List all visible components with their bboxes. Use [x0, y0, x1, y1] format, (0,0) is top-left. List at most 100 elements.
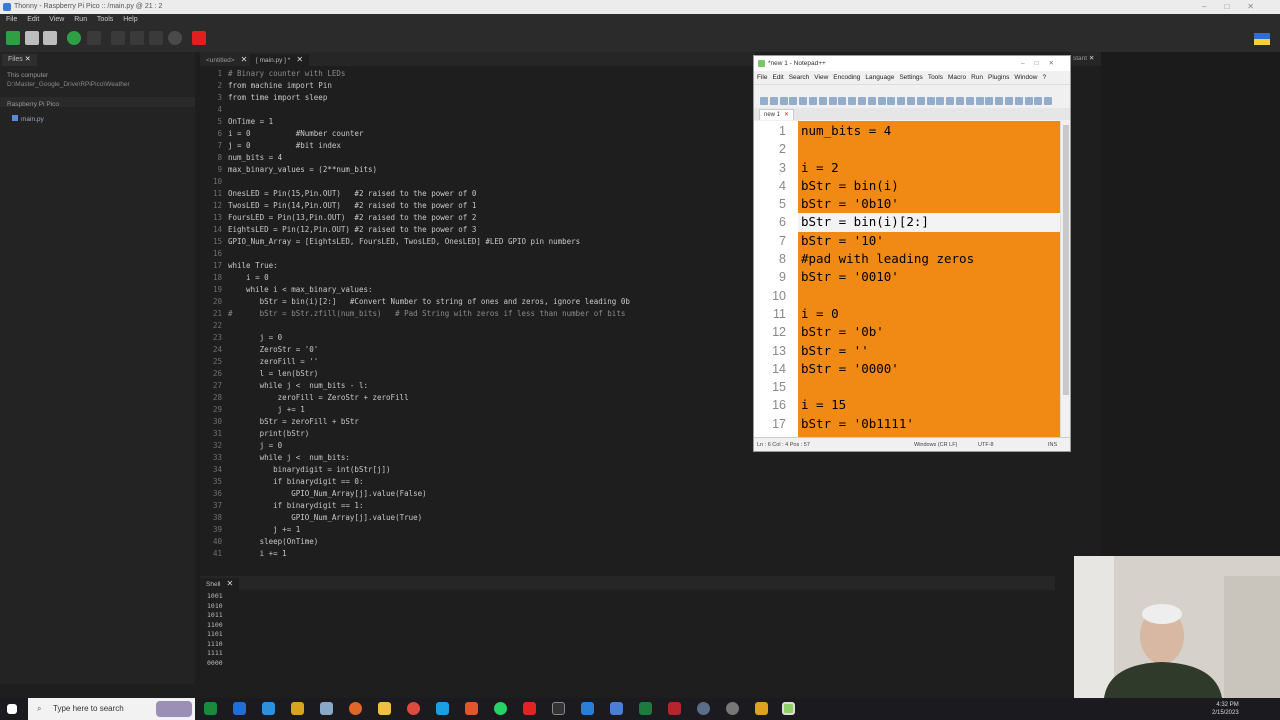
code-line[interactable]: while j < num_bits - l: — [228, 380, 630, 392]
npp-menu-item[interactable]: File — [757, 74, 767, 81]
menu-help[interactable]: Help — [123, 16, 137, 23]
code-line[interactable] — [228, 176, 630, 188]
npp-toolbar-icon[interactable] — [907, 97, 915, 105]
code-line[interactable]: EightsLED = Pin(12,Pin.OUT) #2 raised to… — [228, 224, 630, 236]
tab-new-1[interactable]: new 1 ✕ — [759, 109, 795, 120]
npp-toolbar-icon[interactable] — [760, 97, 768, 105]
code-line[interactable] — [228, 320, 630, 332]
code-line[interactable]: GPIO_Num_Array = [EightsLED, FoursLED, T… — [228, 236, 630, 248]
tab-untitled[interactable]: <untitled> ✕ — [200, 54, 253, 66]
npp-toolbar-icon[interactable] — [1034, 97, 1043, 105]
windows-start-icon[interactable] — [7, 704, 17, 714]
npp-toolbar-icon[interactable] — [877, 97, 886, 105]
stop-icon[interactable] — [192, 31, 206, 45]
npp-text-line[interactable]: i = 0 — [801, 305, 1060, 323]
tab-main-py[interactable]: [ main.py ] * ✕ — [250, 54, 310, 66]
code-line[interactable]: l = len(bStr) — [228, 368, 630, 380]
npp-menu-item[interactable]: Window — [1014, 74, 1037, 81]
code-line[interactable]: print(bStr) — [228, 428, 630, 440]
code-line[interactable]: num_bits = 4 — [228, 152, 630, 164]
code-line[interactable]: zeroFill = ZeroStr + zeroFill — [228, 392, 630, 404]
taskbar-app-icon-1[interactable] — [204, 702, 217, 715]
thonny-taskbar-icon[interactable] — [552, 702, 565, 715]
code-line[interactable]: i = 0 — [228, 272, 630, 284]
npp-text-line[interactable] — [801, 378, 1060, 396]
npp-toolbar-icon[interactable] — [936, 97, 945, 105]
npp-toolbar-icon[interactable] — [818, 97, 827, 105]
save-file-icon[interactable] — [43, 31, 57, 45]
code-line[interactable]: j = 0 #bit index — [228, 140, 630, 152]
code-line[interactable]: sleep(OnTime) — [228, 536, 630, 548]
taskbar-app-icon-17[interactable] — [697, 702, 710, 715]
code-line[interactable]: while j < num_bits: — [228, 452, 630, 464]
npp-menu-item[interactable]: View — [814, 74, 828, 81]
code-line[interactable]: while True: — [228, 260, 630, 272]
code-line[interactable]: # bStr = bStr.zfill(num_bits) # Pad Stri… — [228, 308, 630, 320]
tab-shell[interactable]: Shell ✕ — [200, 578, 240, 590]
npp-toolbar-icon[interactable] — [1024, 97, 1033, 105]
notepadpp-scrollbar[interactable] — [1060, 121, 1070, 437]
npp-toolbar-icon[interactable] — [828, 97, 837, 105]
npp-toolbar-icon[interactable] — [858, 97, 866, 105]
step-over-icon[interactable] — [111, 31, 125, 45]
npp-toolbar-icon[interactable] — [779, 97, 788, 105]
code-line[interactable]: TwosLED = Pin(14,Pin.OUT) #2 raised to t… — [228, 200, 630, 212]
menu-run[interactable]: Run — [74, 16, 87, 23]
code-line[interactable] — [228, 248, 630, 260]
whatsapp-icon[interactable] — [494, 702, 507, 715]
npp-menu-item[interactable]: Plugins — [988, 74, 1009, 81]
npp-text-line[interactable]: i = 2 — [801, 159, 1060, 177]
npp-text-line[interactable]: num_bits = 4 — [801, 122, 1060, 140]
code-line[interactable]: # Binary counter with LEDs — [228, 68, 630, 80]
code-line[interactable]: bStr = bin(i)[2:] #Convert Number to str… — [228, 296, 630, 308]
code-line[interactable]: j = 0 — [228, 440, 630, 452]
menu-view[interactable]: View — [49, 16, 64, 23]
code-content[interactable]: # Binary counter with LEDs from machine i… — [228, 68, 630, 560]
npp-menu-item[interactable]: Macro — [948, 74, 966, 81]
npp-text-line[interactable]: bStr = '10' — [801, 232, 1060, 250]
menu-file[interactable]: File — [6, 16, 17, 23]
npp-toolbar-icon[interactable] — [1044, 97, 1053, 105]
npp-toolbar-icon[interactable] — [965, 97, 974, 105]
skype-icon[interactable] — [436, 702, 449, 715]
npp-menu-item[interactable]: Search — [789, 74, 810, 81]
npp-menu-item[interactable]: Settings — [899, 74, 923, 81]
npp-menu-item[interactable]: Language — [865, 74, 894, 81]
code-line[interactable] — [228, 104, 630, 116]
npp-toolbar-icon[interactable] — [985, 97, 994, 105]
taskbar-app-icon-4[interactable] — [291, 702, 304, 715]
open-file-icon[interactable] — [25, 31, 39, 45]
code-line[interactable]: i = 0 #Number counter — [228, 128, 630, 140]
code-line[interactable]: OnesLED = Pin(15,Pin.OUT) #2 raised to t… — [228, 188, 630, 200]
npp-text-line[interactable] — [801, 287, 1060, 305]
code-line[interactable]: i += 1 — [228, 548, 630, 560]
npp-text-line[interactable]: bStr = '0b1111' — [801, 415, 1060, 433]
npp-menu-item[interactable]: Edit — [772, 74, 783, 81]
code-line[interactable]: while i < max_binary_values: — [228, 284, 630, 296]
debug-icon[interactable] — [87, 31, 101, 45]
code-line[interactable]: max_binary_values = (2**num_bits) — [228, 164, 630, 176]
code-line[interactable]: j += 1 — [228, 524, 630, 536]
taskbar-app-icon-14[interactable] — [610, 702, 623, 715]
npp-text-line[interactable]: bStr = '0000' — [801, 360, 1060, 378]
npp-menu-item[interactable]: Tools — [928, 74, 943, 81]
code-line[interactable]: OnTime = 1 — [228, 116, 630, 128]
step-into-icon[interactable] — [130, 31, 144, 45]
brave-icon[interactable] — [465, 702, 478, 715]
taskbar-app-icon-5[interactable] — [320, 702, 333, 715]
files-tab[interactable]: Files ✕ — [2, 54, 37, 66]
assistant-tab-partial[interactable]: stant ✕ — [1071, 52, 1101, 66]
code-line[interactable]: from machine import Pin — [228, 80, 630, 92]
code-line[interactable]: from time import sleep — [228, 92, 630, 104]
pico-file-main[interactable]: main.py — [12, 115, 44, 123]
step-out-icon[interactable] — [149, 31, 163, 45]
code-line[interactable]: GPIO_Num_Array[j].value(True) — [228, 512, 630, 524]
notepadpp-editor[interactable]: 1 2 3 4 5 6 7 8 9 10 11 12 13 14 15 16 17 num_bits = 4i … — [754, 121, 1070, 437]
taskbar-app-icon-19[interactable] — [755, 702, 768, 715]
npp-toolbar-icon[interactable] — [926, 97, 935, 105]
resume-icon[interactable] — [168, 31, 182, 45]
npp-text-line[interactable]: bStr = bin(i) — [801, 177, 1060, 195]
npp-toolbar-icon[interactable] — [769, 97, 778, 105]
npp-text-line[interactable]: bStr = '0b' — [801, 323, 1060, 341]
npp-toolbar-icon[interactable] — [956, 97, 964, 105]
